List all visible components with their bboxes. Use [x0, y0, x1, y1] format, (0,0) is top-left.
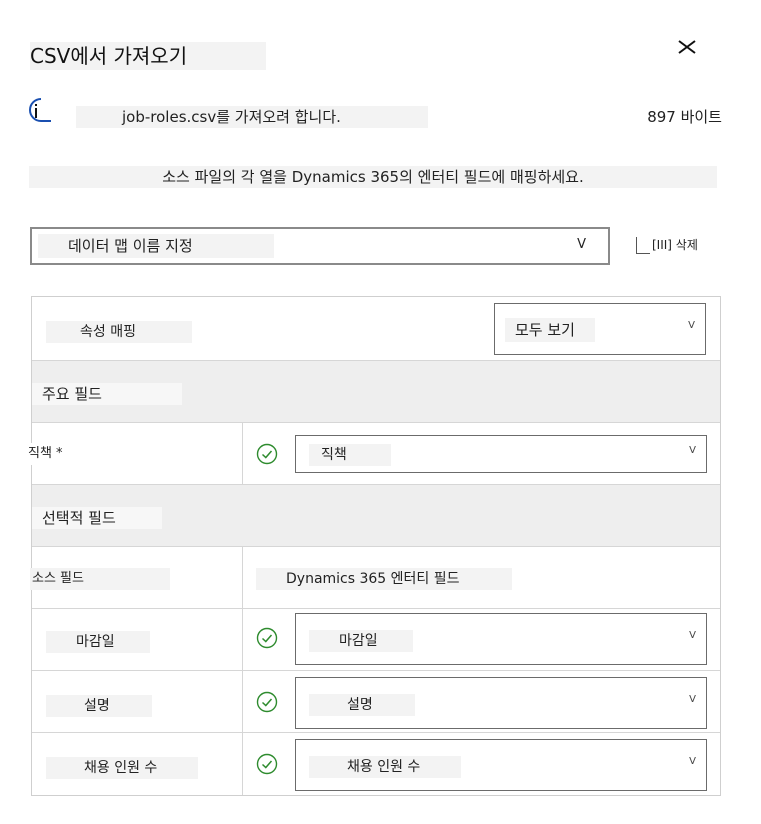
delete-label: [III] 삭제: [652, 238, 698, 252]
close-button[interactable]: [676, 36, 698, 58]
target-field-value: 설명: [309, 694, 415, 716]
chevron-down-icon: V: [689, 445, 696, 456]
file-size: 897 바이트: [632, 106, 722, 128]
source-field-label: 채용 인원 수: [46, 757, 198, 779]
view-filter-select[interactable]: 모두 보기 V: [494, 303, 706, 355]
check-circle-icon: [256, 627, 278, 649]
optional-fields-title: 선택적 필드: [32, 507, 162, 529]
source-field-label: 설명: [46, 695, 152, 717]
table-row: 채용 인원 수 채용 인원 수 V: [32, 733, 720, 795]
target-field-select[interactable]: 마감일 V: [295, 613, 707, 665]
target-field-value: 직책: [309, 444, 391, 466]
target-field-value: 채용 인원 수: [309, 756, 461, 778]
attribute-mapping-label: 속성 매핑: [46, 321, 192, 343]
chevron-down-icon: V: [688, 320, 695, 331]
primary-fields-title: 주요 필드: [32, 383, 182, 405]
table-row: 마감일 마감일 V: [32, 609, 720, 671]
attribute-mapping-panel: 속성 매핑 모두 보기 V 주요 필드 직책 * 직책 V 선택적 필드 소스 …: [28, 296, 721, 796]
primary-fields-section: 주요 필드: [32, 361, 720, 423]
target-field-select[interactable]: 채용 인원 수 V: [295, 739, 707, 791]
chevron-down-icon: V: [689, 694, 696, 705]
target-field-select[interactable]: 설명 V: [295, 677, 707, 729]
source-field-label: 직책 *: [28, 443, 142, 465]
source-field-label: 마감일: [46, 631, 150, 653]
chevron-down-icon: V: [689, 630, 696, 641]
column-header-row: 소스 필드 Dynamics 365 엔터티 필드: [30, 547, 720, 609]
view-filter-value: 모두 보기: [505, 318, 595, 342]
info-icon: [29, 97, 53, 123]
file-message: job-roles.csv를 가져오려 합니다.: [76, 106, 428, 128]
check-circle-icon: [256, 691, 278, 713]
check-circle-icon: [256, 753, 278, 775]
check-circle-icon: [256, 443, 278, 465]
target-field-value: 마감일: [309, 630, 413, 652]
data-map-name-select[interactable]: 데이터 맵 이름 지정 V: [30, 227, 610, 265]
delete-button[interactable]: [III] 삭제: [636, 234, 718, 256]
table-row: 직책 * 직책 V: [28, 423, 720, 485]
chevron-down-icon: V: [577, 237, 586, 252]
source-field-header: 소스 필드: [30, 568, 170, 590]
chevron-down-icon: V: [689, 756, 696, 767]
mapping-header-row: 속성 매핑 모두 보기 V: [32, 297, 720, 361]
dialog-title: CSV에서 가져오기: [30, 42, 266, 70]
mapping-instruction: 소스 파일의 각 열을 Dynamics 365의 엔터티 필드에 매핑하세요.: [29, 166, 717, 188]
data-map-name-placeholder: 데이터 맵 이름 지정: [38, 234, 274, 258]
table-row: 설명 설명 V: [32, 671, 720, 733]
entity-field-header: Dynamics 365 엔터티 필드: [256, 568, 512, 590]
trash-icon: [636, 237, 650, 254]
close-icon: [678, 40, 696, 54]
optional-fields-section: 선택적 필드: [32, 485, 720, 547]
target-field-select[interactable]: 직책 V: [295, 435, 707, 473]
